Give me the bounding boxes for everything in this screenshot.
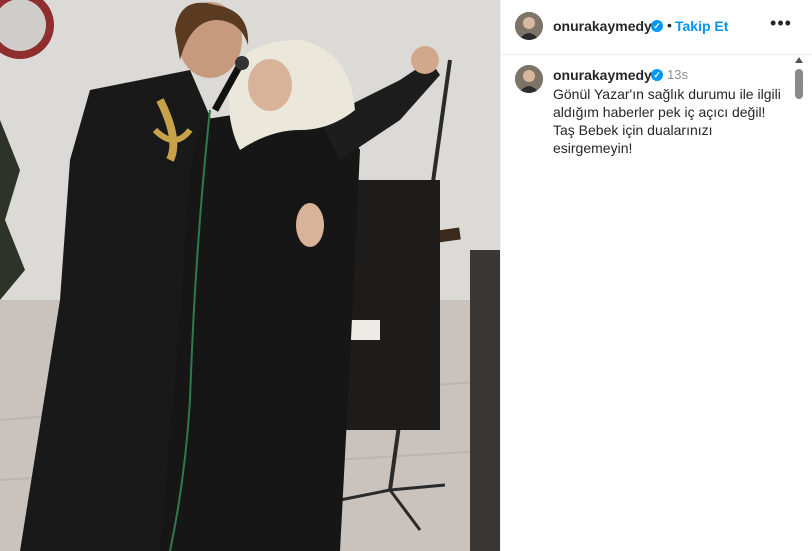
avatar[interactable] xyxy=(515,12,543,40)
post-side-panel: onurakaymedya ✓ • Takip Et ••• onurakaym… xyxy=(500,0,812,551)
caption-text: Gönül Yazar'ın sağlık durumu ile ilgili … xyxy=(553,86,781,156)
header-username[interactable]: onurakaymedya xyxy=(553,18,660,34)
comment-username[interactable]: onurakaymedya xyxy=(553,67,660,83)
post-image[interactable] xyxy=(0,0,500,551)
comment-avatar[interactable] xyxy=(515,65,543,93)
comment-avatar-image xyxy=(515,65,543,93)
avatar-image xyxy=(515,12,543,40)
post-photo-illustration xyxy=(0,0,500,551)
scroll-up-arrow-icon[interactable] xyxy=(795,57,803,63)
header-separator: • xyxy=(667,17,672,33)
comment-timestamp[interactable]: 13s xyxy=(667,67,688,82)
more-options-icon[interactable]: ••• xyxy=(769,14,793,35)
post-header: onurakaymedya ✓ • Takip Et ••• xyxy=(501,0,812,55)
caption-comment: onurakaymedya ✓ 13s Gönül Yazar'ın sağlı… xyxy=(501,55,812,551)
follow-button[interactable]: Takip Et xyxy=(675,18,728,34)
verified-badge-icon: ✓ xyxy=(651,69,663,81)
scroll-thumb[interactable] xyxy=(795,69,803,99)
verified-badge-icon: ✓ xyxy=(651,20,663,32)
scrollbar[interactable] xyxy=(794,55,804,135)
